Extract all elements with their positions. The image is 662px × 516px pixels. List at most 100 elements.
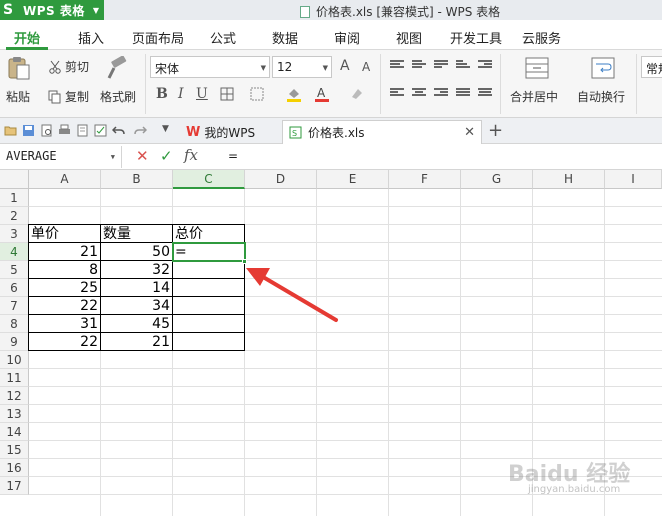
save-icon[interactable]: [22, 124, 35, 137]
print-icon[interactable]: [58, 124, 71, 137]
formula-input[interactable]: =: [222, 146, 658, 168]
fill-color-icon[interactable]: [286, 86, 302, 102]
cell-c6[interactable]: [173, 279, 244, 297]
cell-c8[interactable]: [173, 315, 244, 333]
column-header-d[interactable]: D: [245, 170, 317, 189]
row-header-5[interactable]: 5: [0, 261, 29, 279]
cell-a3[interactable]: 单价: [29, 225, 100, 243]
row-header-2[interactable]: 2: [0, 207, 29, 225]
cell-b3[interactable]: 数量: [101, 225, 172, 243]
undo-icon[interactable]: [112, 124, 125, 137]
row-header-16[interactable]: 16: [0, 459, 29, 477]
cell-c7[interactable]: [173, 297, 244, 315]
column-header-f[interactable]: F: [389, 170, 461, 189]
tab-document[interactable]: S 价格表.xls ✕: [282, 120, 482, 144]
underline-button[interactable]: U: [196, 86, 208, 102]
align-left-icon[interactable]: [390, 88, 404, 100]
tab-formulas[interactable]: 公式: [210, 28, 236, 47]
row-header-15[interactable]: 15: [0, 441, 29, 459]
align-bottom-icon[interactable]: [434, 60, 448, 72]
column-header-i[interactable]: I: [605, 170, 662, 189]
align-top-icon[interactable]: [390, 60, 404, 72]
cell-a7[interactable]: 22: [29, 297, 100, 315]
cancel-formula-button[interactable]: ✕: [136, 147, 149, 165]
preview-icon[interactable]: [76, 124, 89, 137]
print-preview-icon[interactable]: [40, 124, 53, 137]
row-header-3[interactable]: 3: [0, 225, 29, 243]
borders-icon[interactable]: [220, 87, 234, 101]
new-tab-plus-icon[interactable]: +: [488, 120, 503, 141]
column-header-c[interactable]: C: [173, 170, 245, 189]
row-header-11[interactable]: 11: [0, 369, 29, 387]
column-header-b[interactable]: B: [101, 170, 173, 189]
orientation-icon[interactable]: [456, 60, 470, 72]
font-name-select[interactable]: 宋体 ▼: [150, 56, 270, 78]
tab-developer[interactable]: 开发工具: [450, 28, 502, 47]
row-header-12[interactable]: 12: [0, 387, 29, 405]
row-header-9[interactable]: 9: [0, 333, 29, 351]
close-icon[interactable]: ✕: [464, 125, 475, 140]
align-middle-icon[interactable]: [412, 60, 426, 72]
row-header-8[interactable]: 8: [0, 315, 29, 333]
spellcheck-icon[interactable]: [94, 124, 107, 137]
quick-access-dropdown-icon[interactable]: ▼: [162, 124, 169, 134]
font-color-icon[interactable]: A: [314, 86, 330, 102]
font-size-select[interactable]: 12 ▼: [272, 56, 332, 78]
cell-c3[interactable]: 总价: [173, 225, 244, 243]
align-right-icon[interactable]: [434, 88, 448, 100]
copy-button[interactable]: 复制: [48, 88, 89, 105]
tab-review[interactable]: 审阅: [334, 28, 360, 47]
column-header-e[interactable]: E: [317, 170, 389, 189]
grow-font-button[interactable]: A: [340, 58, 350, 74]
tab-insert[interactable]: 插入: [78, 28, 104, 47]
column-header-a[interactable]: A: [29, 170, 101, 189]
cell-a9[interactable]: 22: [29, 333, 100, 351]
open-folder-icon[interactable]: [4, 124, 17, 137]
cell-a8[interactable]: 31: [29, 315, 100, 333]
row-header-10[interactable]: 10: [0, 351, 29, 369]
redo-icon[interactable]: [134, 124, 147, 137]
tab-my-wps[interactable]: W 我的WPS: [180, 120, 282, 144]
justify-icon[interactable]: [456, 88, 470, 100]
shrink-font-button[interactable]: A: [362, 60, 370, 74]
tab-data[interactable]: 数据: [272, 28, 298, 47]
cell-b8[interactable]: 45: [101, 315, 172, 333]
clear-format-icon[interactable]: [350, 87, 364, 101]
cell-b9[interactable]: 21: [101, 333, 172, 351]
tab-page-layout[interactable]: 页面布局: [132, 28, 184, 47]
name-box[interactable]: AVERAGE ▼: [0, 146, 122, 168]
row-header-4[interactable]: 4: [0, 243, 29, 261]
cell-c9[interactable]: [173, 333, 244, 351]
tab-home[interactable]: 开始: [0, 20, 54, 50]
row-header-1[interactable]: 1: [0, 189, 29, 207]
cell-a6[interactable]: 25: [29, 279, 100, 297]
row-header-7[interactable]: 7: [0, 297, 29, 315]
bold-button[interactable]: B: [156, 86, 168, 102]
cell-b6[interactable]: 14: [101, 279, 172, 297]
row-header-13[interactable]: 13: [0, 405, 29, 423]
select-all-corner[interactable]: [0, 170, 29, 189]
cell-b7[interactable]: 34: [101, 297, 172, 315]
insert-function-button[interactable]: fx: [184, 146, 198, 164]
column-header-g[interactable]: G: [461, 170, 533, 189]
app-menu-button[interactable]: S WPS 表格 ▼: [0, 0, 104, 20]
cell-c5[interactable]: [173, 261, 244, 279]
align-center-icon[interactable]: [412, 88, 426, 100]
indent-icon[interactable]: [478, 60, 492, 72]
cell-b4[interactable]: 50: [101, 243, 172, 261]
italic-button[interactable]: I: [178, 86, 184, 102]
row-header-14[interactable]: 14: [0, 423, 29, 441]
cell-style-icon[interactable]: [250, 87, 264, 101]
tab-view[interactable]: 视图: [396, 28, 422, 47]
cell-a5[interactable]: 8: [29, 261, 100, 279]
number-format-select[interactable]: 常规: [641, 56, 662, 78]
column-header-h[interactable]: H: [533, 170, 605, 189]
row-header-17[interactable]: 17: [0, 477, 29, 495]
cell-b5[interactable]: 32: [101, 261, 172, 279]
cell-a4[interactable]: 21: [29, 243, 100, 261]
tab-cloud-service[interactable]: 云服务: [522, 28, 561, 47]
cut-button[interactable]: 剪切: [48, 58, 89, 75]
distributed-icon[interactable]: [478, 88, 492, 100]
confirm-formula-button[interactable]: ✓: [160, 147, 173, 165]
row-header-6[interactable]: 6: [0, 279, 29, 297]
